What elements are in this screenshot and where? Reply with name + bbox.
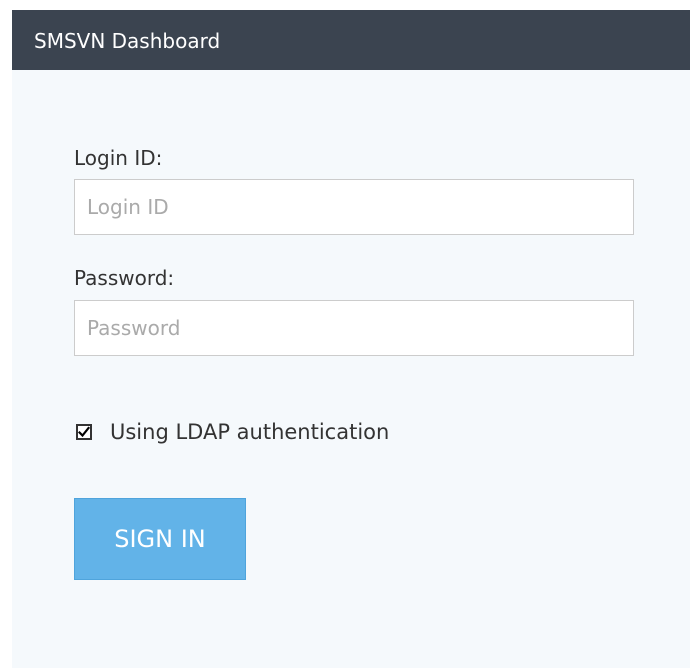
ldap-checkbox-label: Using LDAP authentication — [110, 420, 390, 444]
checkmark-icon — [78, 426, 90, 438]
header-title: SMSVN Dashboard — [34, 29, 221, 53]
ldap-checkbox-row[interactable]: Using LDAP authentication — [76, 418, 389, 446]
password-input[interactable] — [74, 300, 634, 356]
login-id-input[interactable] — [74, 179, 634, 235]
header-bar: SMSVN Dashboard — [12, 10, 690, 70]
password-label: Password: — [74, 266, 175, 290]
login-id-label: Login ID: — [74, 146, 163, 170]
sign-in-button[interactable]: SIGN IN — [74, 498, 246, 580]
login-panel: SMSVN Dashboard Login ID: Password: Usin… — [12, 10, 690, 668]
ldap-checkbox[interactable] — [76, 424, 92, 440]
